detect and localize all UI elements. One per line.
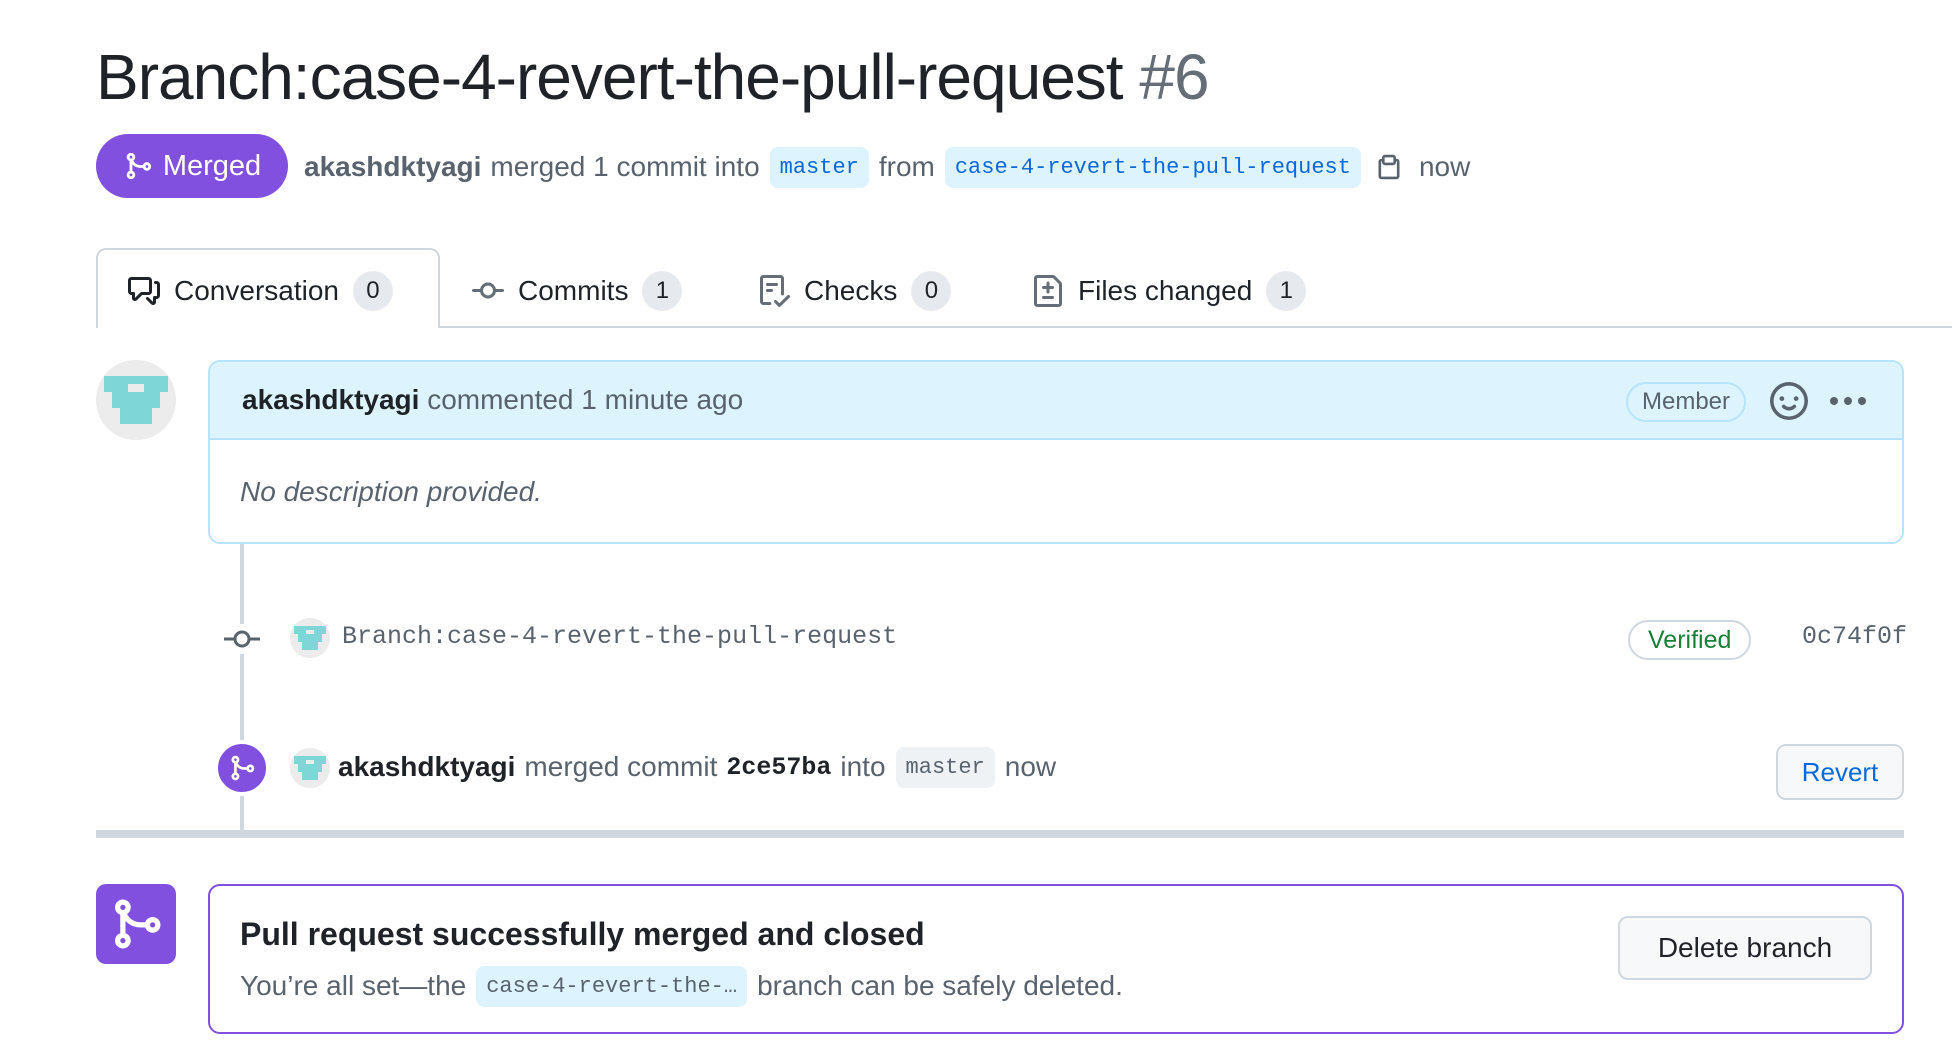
merger-avatar[interactable] xyxy=(290,748,330,788)
comment-author-link[interactable]: akashdktyagi xyxy=(242,384,419,415)
from-text: from xyxy=(878,151,935,182)
git-commit-icon xyxy=(472,282,504,299)
tab-files-changed-label: Files changed xyxy=(1078,275,1253,306)
git-merge-icon xyxy=(126,152,151,180)
tab-conversation-label: Conversation xyxy=(174,275,339,306)
merged-state-badge: Merged xyxy=(96,134,288,198)
merged-status-title: Pull request successfully merged and clo… xyxy=(240,916,925,952)
commit-message-link[interactable]: Branch:case-4-revert-the-pull-request xyxy=(342,622,897,651)
page-title: Branch:case-4-revert-the-pull-request #6 xyxy=(96,40,1210,114)
commit-sha-link[interactable]: 0c74f0f xyxy=(1802,622,1907,651)
pr-meta: akashdktyagi merged 1 commit into master… xyxy=(304,146,1470,188)
pr-title: Branch:case-4-revert-the-pull-request xyxy=(96,41,1124,113)
tab-checks-label: Checks xyxy=(804,275,898,306)
comment-action[interactable]: commented 1 minute ago xyxy=(427,384,743,415)
base-branch-link[interactable]: master xyxy=(769,146,869,188)
file-diff-icon xyxy=(1034,275,1062,307)
identicon-avatar-image xyxy=(96,360,176,440)
identicon-avatar-image xyxy=(290,748,330,788)
merge-commit-sha-link[interactable]: 2ce57ba xyxy=(726,753,831,782)
merged-status-subtitle: You’re all set—the case-4-revert-the-… b… xyxy=(240,964,1123,1008)
smiley-icon[interactable] xyxy=(1770,382,1808,420)
verified-badge[interactable]: Verified xyxy=(1628,620,1752,660)
git-merge-icon xyxy=(115,899,161,949)
comment-body: No description provided. xyxy=(240,476,542,507)
commit-author-avatar[interactable] xyxy=(290,618,330,658)
tab-conversation[interactable]: Conversation 0 xyxy=(128,268,393,314)
merged-label: Merged xyxy=(162,149,262,182)
merge-summary: merged 1 commit into xyxy=(490,151,760,182)
tab-checks[interactable]: Checks 0 xyxy=(758,268,952,314)
merger-link[interactable]: akashdktyagi xyxy=(338,751,515,783)
tab-commits-count: 1 xyxy=(642,271,683,311)
copy-icon[interactable] xyxy=(1375,151,1403,183)
delete-branch-button[interactable]: Delete branch xyxy=(1618,916,1872,980)
merge-event-badge xyxy=(214,740,270,796)
git-commit-icon xyxy=(222,624,262,654)
merge-into-text: into xyxy=(840,751,886,782)
timeline-divider xyxy=(96,830,1904,838)
tab-commits[interactable]: Commits 1 xyxy=(472,268,683,314)
kebab-horizontal-icon[interactable] xyxy=(1828,384,1868,418)
comment-discussion-icon xyxy=(128,277,160,305)
identicon-avatar-image xyxy=(290,618,330,658)
pr-number: #6 xyxy=(1139,41,1209,113)
git-merge-icon xyxy=(231,755,255,781)
merged-status-suffix: branch can be safely deleted. xyxy=(757,970,1123,1001)
revert-button[interactable]: Revert xyxy=(1776,744,1904,800)
checklist-icon xyxy=(760,275,790,307)
comment-header: akashdktyagi commented 1 minute ago Memb… xyxy=(210,362,1902,440)
tab-files-changed-count: 1 xyxy=(1266,271,1307,311)
pr-author-link[interactable]: akashdktyagi xyxy=(304,151,481,183)
tab-commits-label: Commits xyxy=(518,275,629,306)
head-branch-link[interactable]: case-4-revert-the-pull-request xyxy=(944,146,1361,188)
merge-event-action: merged commit xyxy=(524,751,718,782)
merged-status-prefix: You’re all set—the xyxy=(240,970,467,1001)
tab-conversation-count: 0 xyxy=(352,271,393,311)
comment-meta: akashdktyagi commented 1 minute ago xyxy=(242,384,743,416)
merged-head-branch[interactable]: case-4-revert-the-… xyxy=(476,965,748,1007)
comment-box: akashdktyagi commented 1 minute ago Memb… xyxy=(208,360,1904,544)
tab-files-changed[interactable]: Files changed 1 xyxy=(1032,268,1307,314)
merged-status-icon-box xyxy=(96,884,176,964)
merge-event-text: akashdktyagi merged commit 2ce57ba into … xyxy=(338,746,1056,788)
merge-target-branch[interactable]: master xyxy=(895,746,995,788)
merge-time: now xyxy=(1418,151,1471,182)
member-badge: Member xyxy=(1626,382,1747,422)
merge-event-time[interactable]: now xyxy=(1005,751,1056,783)
comment-author-avatar[interactable] xyxy=(96,360,176,440)
tab-checks-count: 0 xyxy=(911,271,952,311)
